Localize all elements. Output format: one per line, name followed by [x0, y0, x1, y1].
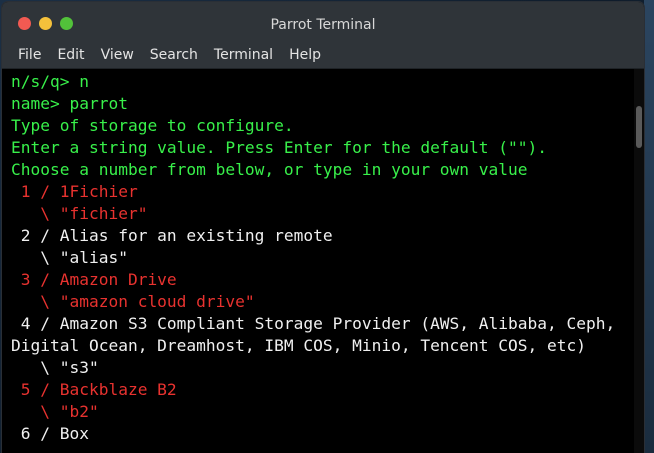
terminal-window[interactable]: Parrot Terminal File Edit View Search Te…: [2, 2, 644, 453]
terminal-line: name> parrot: [11, 94, 128, 113]
window-title: Parrot Terminal: [270, 17, 376, 33]
menu-view[interactable]: View: [93, 42, 142, 68]
title-bar[interactable]: Parrot Terminal: [2, 2, 644, 42]
terminal-line: 3 / Amazon Drive: [11, 270, 177, 289]
terminal-line: 5 / Backblaze B2: [11, 380, 177, 399]
terminal-line: \ "b2": [11, 402, 99, 421]
menu-edit[interactable]: Edit: [49, 42, 92, 68]
terminal-line: \ "fichier": [11, 204, 148, 223]
terminal-line: 4 / Amazon S3 Compliant Storage Provider…: [11, 314, 616, 333]
menu-bar: File Edit View Search Terminal Help: [2, 42, 644, 69]
terminal-line: Type of storage to configure.: [11, 116, 294, 135]
terminal-line: 6 / Box: [11, 424, 89, 443]
terminal-line: Digital Ocean, Dreamhost, IBM COS, Minio…: [11, 336, 586, 355]
terminal-line: \ "s3": [11, 358, 99, 377]
terminal-line: \ "amazon cloud drive": [11, 292, 255, 311]
terminal-line: 2 / Alias for an existing remote: [11, 226, 333, 245]
menu-search[interactable]: Search: [142, 42, 206, 68]
terminal-output[interactable]: n/s/q> n name> parrot Type of storage to c…: [2, 69, 634, 453]
menu-file[interactable]: File: [10, 42, 49, 68]
terminal-line: Enter a string value. Press Enter for th…: [11, 138, 548, 157]
terminal-scrollbar[interactable]: [634, 69, 644, 453]
terminal-line: n/s/q> n: [11, 72, 89, 91]
menu-help[interactable]: Help: [281, 42, 329, 68]
terminal-line: 1 / 1Fichier: [11, 182, 138, 201]
menu-terminal[interactable]: Terminal: [206, 42, 281, 68]
terminal-line: \ "alias": [11, 248, 128, 267]
scrollbar-thumb[interactable]: [636, 106, 642, 148]
terminal-line: Choose a number from below, or type in y…: [11, 160, 528, 179]
desktop-edge: [644, 0, 654, 453]
desktop-background: Parrot Terminal File Edit View Search Te…: [0, 0, 654, 453]
